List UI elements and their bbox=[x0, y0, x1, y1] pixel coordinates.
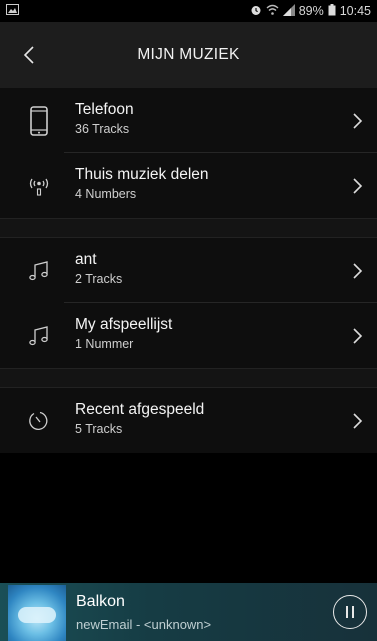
list-item-thuis-muziek-delen[interactable]: Thuis muziek delen 4 Numbers bbox=[0, 153, 377, 218]
section-spacer bbox=[0, 368, 377, 388]
list-item-ant[interactable]: ant 2 Tracks bbox=[0, 238, 377, 303]
back-button[interactable] bbox=[16, 42, 42, 68]
pause-icon bbox=[346, 606, 348, 618]
now-playing-bar[interactable]: Balkon newEmail - <unknown> bbox=[0, 583, 377, 641]
list-item-name: Telefoon bbox=[75, 101, 134, 118]
now-playing-artist: newEmail - <unknown> bbox=[76, 617, 212, 632]
music-note-icon bbox=[22, 320, 56, 352]
list-item-name: My afspeellijst bbox=[75, 316, 173, 333]
list-item-my-afspeellijst[interactable]: My afspeellijst 1 Nummer bbox=[0, 303, 377, 368]
pause-button[interactable] bbox=[333, 595, 367, 629]
app-header: MIJN MUZIEK bbox=[0, 22, 377, 88]
chevron-right-icon bbox=[349, 175, 367, 197]
list-item-count: 36 Tracks bbox=[75, 122, 130, 136]
list-item-count: 5 Tracks bbox=[75, 422, 123, 436]
signal-icon bbox=[282, 3, 295, 19]
list-item-recent-afgespeeld[interactable]: Recent afgespeeld 5 Tracks bbox=[0, 388, 377, 453]
chevron-right-icon bbox=[349, 325, 367, 347]
chevron-left-icon bbox=[23, 46, 34, 64]
status-bar: 89% 10:45 bbox=[0, 0, 377, 22]
list-item-name: Recent afgespeeld bbox=[75, 401, 205, 418]
wireless-share-icon bbox=[22, 170, 56, 202]
chevron-right-icon bbox=[349, 260, 367, 282]
album-art-cloud bbox=[18, 607, 56, 623]
battery-icon bbox=[328, 3, 336, 19]
clock-time: 10:45 bbox=[339, 4, 371, 18]
wifi-icon bbox=[266, 4, 279, 19]
image-notification-icon bbox=[6, 2, 19, 20]
alarm-icon bbox=[250, 4, 262, 19]
list-item-count: 4 Numbers bbox=[75, 187, 137, 201]
list-item-count: 1 Nummer bbox=[75, 337, 134, 351]
music-list: Telefoon 36 Tracks Thuis muziek delen 4 … bbox=[0, 88, 377, 453]
list-item-count: 2 Tracks bbox=[75, 272, 123, 286]
phone-icon bbox=[22, 105, 56, 137]
chevron-right-icon bbox=[349, 410, 367, 432]
chevron-right-icon bbox=[349, 110, 367, 132]
clock-icon bbox=[22, 405, 56, 437]
pause-icon-bar bbox=[352, 606, 354, 618]
list-item-name: ant bbox=[75, 251, 97, 268]
list-item-telefoon[interactable]: Telefoon 36 Tracks bbox=[0, 88, 377, 153]
page-title: MIJN MUZIEK bbox=[137, 46, 240, 63]
battery-percent: 89% bbox=[298, 4, 324, 18]
music-note-icon bbox=[22, 255, 56, 287]
list-item-name: Thuis muziek delen bbox=[75, 166, 209, 183]
section-spacer bbox=[0, 218, 377, 238]
now-playing-title: Balkon bbox=[76, 593, 125, 610]
album-art bbox=[8, 585, 66, 641]
